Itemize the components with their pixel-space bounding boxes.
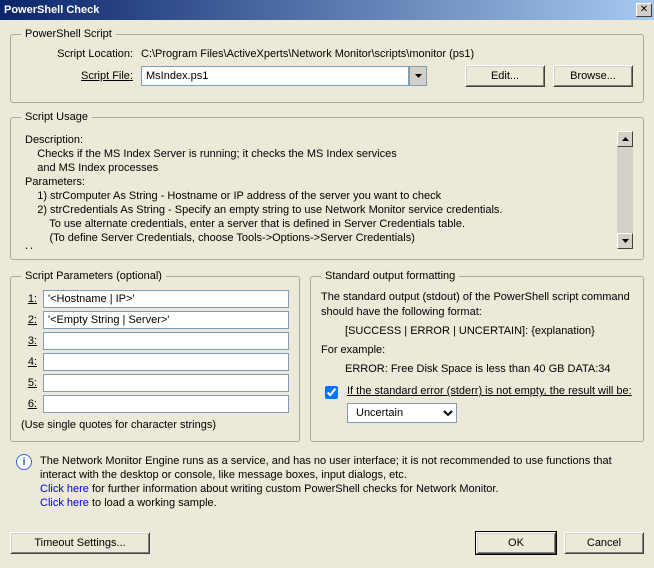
script-file-label: Script File:	[21, 70, 141, 82]
script-parameters-legend: Script Parameters (optional)	[21, 270, 166, 282]
param-row-6: 6:	[21, 395, 289, 413]
stdout-desc: The standard output (stdout) of the Powe…	[321, 290, 633, 320]
scroll-up-button[interactable]	[617, 131, 633, 147]
script-location-label: Script Location:	[21, 48, 141, 60]
usage-text: Description: Checks if the MS Index Serv…	[25, 133, 629, 249]
script-location-value: C:\Program Files\ActiveXperts\Network Mo…	[141, 48, 633, 60]
info-link-2[interactable]: Click here	[40, 497, 89, 509]
scroll-down-button[interactable]	[617, 233, 633, 249]
param-row-1: 1:	[21, 290, 289, 308]
param-row-4: 4:	[21, 353, 289, 371]
notes-text: The Network Monitor Engine runs as a ser…	[40, 454, 638, 510]
param-input-4[interactable]	[43, 353, 289, 371]
param-input-2[interactable]	[43, 311, 289, 329]
script-usage-legend: Script Usage	[21, 111, 92, 123]
chevron-up-icon	[622, 137, 629, 141]
cancel-button[interactable]: Cancel	[564, 532, 644, 554]
stdout-example: ERROR: Free Disk Space is less than 40 G…	[321, 362, 633, 377]
script-parameters-group: Script Parameters (optional) 1: 2: 3: 4:…	[10, 270, 300, 442]
browse-button[interactable]: Browse...	[553, 65, 633, 87]
param-input-5[interactable]	[43, 374, 289, 392]
script-file-dropdown-button[interactable]	[409, 66, 427, 86]
stdout-format: [SUCCESS | ERROR | UNCERTAIN]: {explanat…	[321, 324, 633, 339]
chevron-down-icon	[415, 74, 422, 78]
standard-output-group: Standard output formatting The standard …	[310, 270, 644, 442]
param-row-2: 2:	[21, 311, 289, 329]
param-row-5: 5:	[21, 374, 289, 392]
close-button[interactable]: ✕	[636, 3, 652, 17]
params-hint: (Use single quotes for character strings…	[21, 419, 289, 431]
stderr-checkbox[interactable]	[325, 386, 338, 399]
param-row-3: 3:	[21, 332, 289, 350]
powershell-script-group: PowerShell Script Script Location: C:\Pr…	[10, 28, 644, 103]
script-file-input[interactable]	[141, 66, 409, 86]
info-link-1[interactable]: Click here	[40, 483, 89, 495]
standard-output-legend: Standard output formatting	[321, 270, 459, 282]
stderr-result-select[interactable]: Uncertain	[347, 403, 457, 423]
usage-scrollbar[interactable]	[617, 131, 633, 249]
param-input-3[interactable]	[43, 332, 289, 350]
stderr-label: If the standard error (stderr) is not em…	[347, 385, 632, 397]
powershell-script-legend: PowerShell Script	[21, 28, 116, 40]
stdout-example-label: For example:	[321, 343, 633, 358]
info-icon: i	[16, 454, 32, 470]
titlebar: PowerShell Check ✕	[0, 0, 654, 20]
window-title: PowerShell Check	[4, 4, 99, 16]
script-usage-group: Script Usage Description: Checks if the …	[10, 111, 644, 260]
param-input-6[interactable]	[43, 395, 289, 413]
timeout-settings-button[interactable]: Timeout Settings...	[10, 532, 150, 554]
chevron-down-icon	[622, 239, 629, 243]
param-input-1[interactable]	[43, 290, 289, 308]
ok-button[interactable]: OK	[476, 532, 556, 554]
edit-button[interactable]: Edit...	[465, 65, 545, 87]
